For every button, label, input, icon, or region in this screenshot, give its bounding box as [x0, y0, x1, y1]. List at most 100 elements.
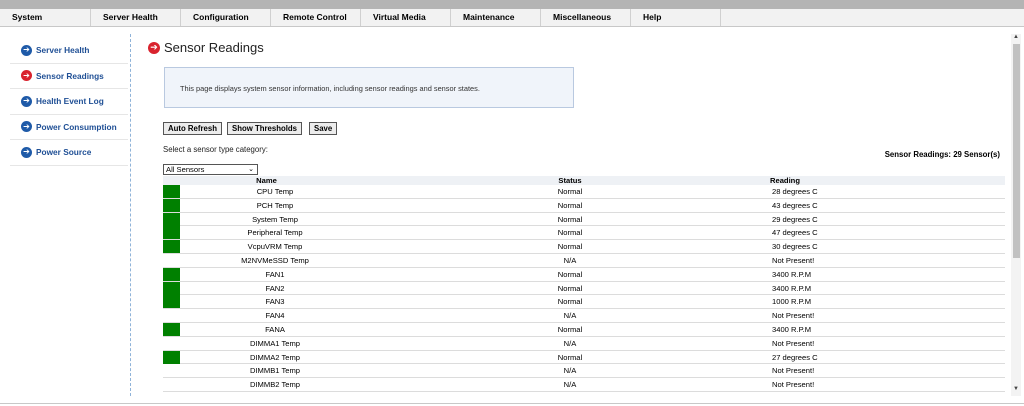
sidebar-item-sensor-readings[interactable]: ➔ Sensor Readings [10, 64, 128, 89]
sidebar-item-power-consumption[interactable]: ➔ Power Consumption [10, 115, 128, 140]
status-indicator-cell [163, 337, 180, 350]
table-row: DIMMA1 Temp N/A Not Present! [163, 337, 1005, 351]
status-indicator-cell [163, 309, 180, 322]
sensor-status: Normal [557, 228, 583, 238]
sidebar-item-health-event-log[interactable]: ➔ Health Event Log [10, 89, 128, 115]
status-indicator [163, 226, 180, 240]
table-row: FAN3 Normal 1000 R.P.M [163, 295, 1005, 310]
arrow-right-icon: ➔ [21, 95, 32, 107]
menu-help[interactable]: Help [631, 9, 721, 26]
sensor-name: M2NVMeSSD Temp [241, 255, 309, 265]
sensor-reading: 30 degrees C [772, 242, 818, 252]
sidebar-item-server-health[interactable]: ➔ Server Health [10, 38, 128, 64]
sensor-status: N/A [563, 255, 577, 265]
sensor-reading: Not Present! [772, 380, 815, 390]
sensor-status: Normal [557, 283, 583, 293]
status-indicator [163, 322, 180, 336]
sidebar-item-power-source[interactable]: ➔ Power Source [10, 140, 128, 166]
auto-refresh-button[interactable]: Auto Refresh [163, 122, 222, 135]
sensor-reading: 1000 R.P.M [772, 297, 812, 307]
sidebar-item-label: Power Source [36, 147, 92, 158]
table-row: M2NVMeSSD Temp N/A Not Present! [163, 254, 1005, 268]
sensor-reading: 29 degrees C [772, 214, 818, 224]
table-row: DIMMB1 Temp N/A Not Present! [163, 364, 1005, 379]
status-indicator-cell [163, 212, 180, 226]
status-indicator-cell [163, 295, 180, 309]
menu-server-health[interactable]: Server Health [91, 9, 181, 26]
sensor-status: Normal [557, 187, 583, 196]
sidebar-item-label: Health Event Log [36, 96, 104, 107]
table-row: FANA Normal 3400 R.P.M [163, 322, 1005, 337]
top-menu-bar: System Server Health Configuration Remot… [0, 9, 1024, 27]
column-header-name: Name [256, 176, 277, 185]
status-indicator [163, 240, 180, 254]
sensor-status: Normal [557, 352, 583, 362]
arrow-right-icon: ➔ [21, 146, 32, 158]
sensor-status: Normal [557, 200, 583, 210]
sensor-name: CPU Temp [256, 187, 294, 196]
status-indicator [163, 281, 180, 295]
sensor-status: Normal [557, 324, 583, 334]
scroll-up-arrow-icon[interactable]: ▲ [1012, 34, 1020, 42]
sensor-reading: Not Present! [772, 311, 815, 321]
menu-miscellaneous[interactable]: Miscellaneous [541, 9, 631, 26]
sensor-status: Normal [557, 297, 583, 307]
sensor-status: Normal [557, 214, 583, 224]
save-button[interactable]: Save [309, 122, 338, 135]
sensor-category-select[interactable]: All Sensors ⌄ [163, 164, 258, 175]
status-indicator [163, 267, 180, 281]
sensor-category-label: Select a sensor type category: [163, 145, 268, 154]
status-indicator-cell [163, 364, 180, 377]
table-row: PCH Temp Normal 43 degrees C [163, 198, 1005, 213]
window-top-strip [0, 0, 1024, 9]
sensor-name: VcpuVRM Temp [247, 242, 303, 252]
status-indicator-cell [163, 322, 180, 336]
arrow-right-active-icon: ➔ [21, 70, 32, 82]
sensor-reading: 3400 R.P.M [772, 324, 812, 334]
sensor-status: N/A [563, 366, 577, 376]
bottom-border [0, 403, 1024, 404]
menu-virtual-media[interactable]: Virtual Media [361, 9, 451, 26]
menu-system[interactable]: System [0, 9, 91, 26]
table-row: DIMMA2 Temp Normal 27 degrees C [163, 350, 1005, 365]
menu-remote-control[interactable]: Remote Control [271, 9, 361, 26]
sensor-name: FAN2 [265, 283, 285, 293]
sensor-reading: 3400 R.P.M [772, 269, 812, 279]
sensor-name: PCH Temp [256, 200, 294, 210]
sidebar-divider [130, 34, 131, 396]
table-header: Name Status Reading [163, 176, 1005, 185]
scroll-down-arrow-icon[interactable]: ▼ [1012, 386, 1020, 394]
column-header-status: Status [558, 176, 582, 185]
status-indicator-cell [163, 267, 180, 281]
table-row: DIMMB2 Temp N/A Not Present! [163, 378, 1005, 392]
sensor-name: FAN4 [265, 311, 285, 321]
status-indicator-cell [163, 254, 180, 267]
sensor-reading: 27 degrees C [772, 352, 818, 362]
page-header: ➔ Sensor Readings [148, 40, 264, 55]
sensor-status: Normal [557, 269, 583, 279]
show-thresholds-button[interactable]: Show Thresholds [227, 122, 302, 135]
menu-maintenance[interactable]: Maintenance [451, 9, 541, 26]
table-row: CPU Temp Normal 28 degrees C [163, 185, 1005, 199]
sensor-reading: 43 degrees C [772, 200, 818, 210]
column-header-reading: Reading [770, 176, 800, 185]
table-row: FAN4 N/A Not Present! [163, 309, 1005, 323]
page-title: Sensor Readings [164, 40, 264, 55]
sensor-reading: 47 degrees C [772, 228, 818, 238]
info-text: This page displays system sensor informa… [180, 84, 480, 93]
table-row: VcpuVRM Temp Normal 30 degrees C [163, 240, 1005, 254]
sensor-name: FAN3 [265, 297, 285, 307]
status-indicator [163, 295, 180, 309]
status-indicator-cell [163, 226, 180, 240]
status-indicator-cell [163, 198, 180, 212]
sensor-status: N/A [563, 380, 577, 390]
scrollbar-thumb[interactable] [1013, 44, 1020, 258]
menu-configuration[interactable]: Configuration [181, 9, 271, 26]
arrow-right-icon: ➔ [21, 121, 32, 133]
sidebar-nav: ➔ Server Health ➔ Sensor Readings ➔ Heal… [10, 38, 128, 166]
sensor-reading: 3400 R.P.M [772, 283, 812, 293]
sensor-status: Normal [557, 242, 583, 252]
sensor-reading: Not Present! [772, 255, 815, 265]
sidebar-item-label: Server Health [36, 45, 90, 56]
sensor-category-value: All Sensors [166, 165, 205, 174]
